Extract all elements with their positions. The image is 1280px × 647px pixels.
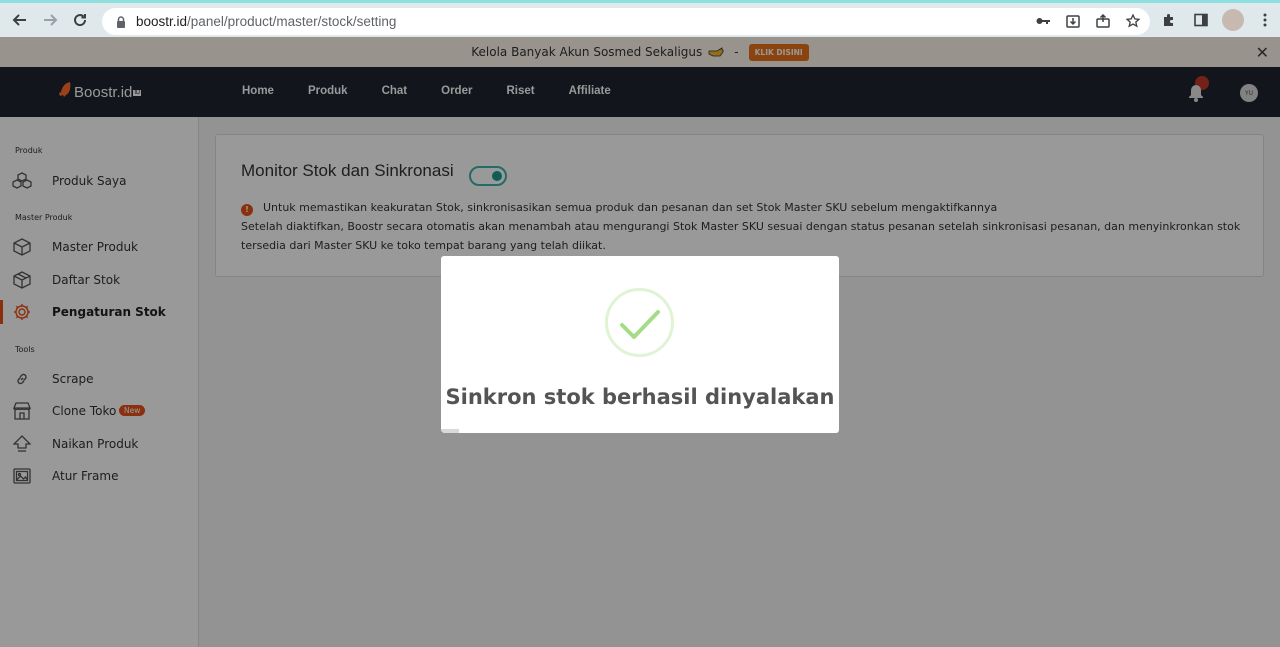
url-host: boostr.id xyxy=(136,14,188,29)
modal-message: Sinkron stok berhasil dinyalakan xyxy=(445,385,835,409)
key-icon[interactable] xyxy=(1034,12,1052,30)
checkmark-icon xyxy=(620,310,660,339)
star-icon[interactable] xyxy=(1124,12,1142,30)
back-icon[interactable] xyxy=(5,5,35,35)
more-menu-icon[interactable] xyxy=(1254,8,1276,32)
address-bar[interactable]: boostr.id/panel/product/master/stock/set… xyxy=(102,8,1150,35)
success-modal: Sinkron stok berhasil dinyalakan xyxy=(441,256,839,433)
sidepanel-icon[interactable] xyxy=(1190,8,1212,32)
share-icon[interactable] xyxy=(1094,12,1112,30)
url-path: /panel/product/master/stock/setting xyxy=(187,14,397,29)
forward-icon[interactable] xyxy=(35,5,65,35)
install-icon[interactable] xyxy=(1064,12,1082,30)
lock-icon xyxy=(117,15,125,28)
profile-avatar[interactable] xyxy=(1222,9,1244,31)
extensions-icon[interactable] xyxy=(1158,8,1180,32)
timer-progress-bar xyxy=(441,429,459,433)
reload-icon[interactable] xyxy=(65,5,95,35)
url-text: boostr.id/panel/product/master/stock/set… xyxy=(136,14,396,29)
browser-toolbar: boostr.id/panel/product/master/stock/set… xyxy=(0,0,1280,37)
